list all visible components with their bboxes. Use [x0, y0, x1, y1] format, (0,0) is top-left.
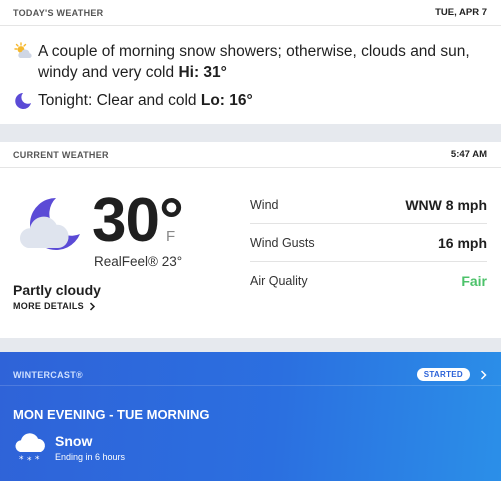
partly-sunny-icon: [14, 42, 32, 58]
wintercast-precip-type: Snow: [55, 433, 93, 449]
wintercast-title: WINTERCAST®: [13, 369, 83, 380]
stat-label: Wind Gusts: [250, 235, 315, 250]
day-forecast-text: A couple of morning snow showers; otherw…: [38, 41, 481, 83]
air-quality-value: Fair: [461, 273, 487, 289]
partly-cloudy-night-icon: [19, 198, 81, 250]
current-weather-stats: Wind WNW 8 mph Wind Gusts 16 mph Air Qua…: [250, 186, 487, 300]
wintercast-status: STARTED: [416, 368, 487, 381]
svg-text:*: *: [35, 455, 40, 464]
stat-label: Air Quality: [250, 274, 308, 288]
todays-weather-header: TODAY'S WEATHER TUE, APR 7: [0, 0, 501, 26]
svg-text:*: *: [27, 456, 32, 464]
more-details-label: MORE DETAILS: [13, 301, 84, 311]
current-weather-body: 30° F RealFeel® 23° Partly cloudy MORE D…: [0, 168, 501, 338]
wintercast-header: WINTERCAST® STARTED: [0, 364, 501, 386]
moon-icon: [15, 93, 31, 109]
svg-text:*: *: [19, 455, 24, 464]
wintercast-ending: Ending in 6 hours: [55, 452, 126, 462]
day-forecast-description: A couple of morning snow showers; otherw…: [38, 43, 470, 81]
realfeel-temperature: RealFeel® 23°: [94, 254, 183, 269]
todays-weather-title: TODAY'S WEATHER: [13, 7, 104, 18]
chevron-right-icon[interactable]: [480, 369, 487, 380]
night-forecast-text: Tonight: Clear and cold Lo: 16°: [38, 90, 253, 111]
stat-wind: Wind WNW 8 mph: [250, 186, 487, 224]
started-badge: STARTED: [416, 368, 470, 381]
snow-cloud-icon: * * *: [15, 433, 45, 464]
stat-air-quality[interactable]: Air Quality Fair: [250, 262, 487, 300]
wintercast-period: MON EVENING - TUE MORNING: [13, 407, 210, 422]
night-low-temp: Lo: 16°: [200, 92, 253, 109]
temperature-unit: F: [166, 228, 176, 245]
chevron-right-icon: [89, 301, 95, 311]
todays-weather-card[interactable]: TODAY'S WEATHER TUE, APR 7 A couple of m…: [0, 0, 501, 124]
todays-weather-date: TUE, APR 7: [435, 7, 487, 18]
current-weather-header: CURRENT WEATHER 5:47 AM: [0, 142, 501, 168]
night-forecast-row: Tonight: Clear and cold Lo: 16°: [0, 90, 501, 111]
day-forecast-row: A couple of morning snow showers; otherw…: [0, 41, 501, 83]
stat-label: Wind: [250, 197, 279, 212]
more-details-link[interactable]: MORE DETAILS: [13, 301, 96, 311]
day-high-temp: Hi: 31°: [178, 64, 227, 81]
stat-value: 16 mph: [437, 234, 487, 251]
wintercast-card[interactable]: WINTERCAST® STARTED MON EVENING - TUE MO…: [0, 352, 501, 481]
current-weather-time: 5:47 AM: [450, 149, 487, 160]
current-condition: Partly cloudy: [13, 282, 101, 298]
night-forecast-description: Tonight: Clear and cold: [38, 92, 197, 109]
current-weather-title: CURRENT WEATHER: [13, 149, 109, 160]
stat-value: WNW 8 mph: [405, 196, 487, 213]
current-weather-card[interactable]: CURRENT WEATHER 5:47 AM 30° F RealFeel® …: [0, 142, 501, 338]
stat-wind-gusts: Wind Gusts 16 mph: [250, 224, 487, 262]
